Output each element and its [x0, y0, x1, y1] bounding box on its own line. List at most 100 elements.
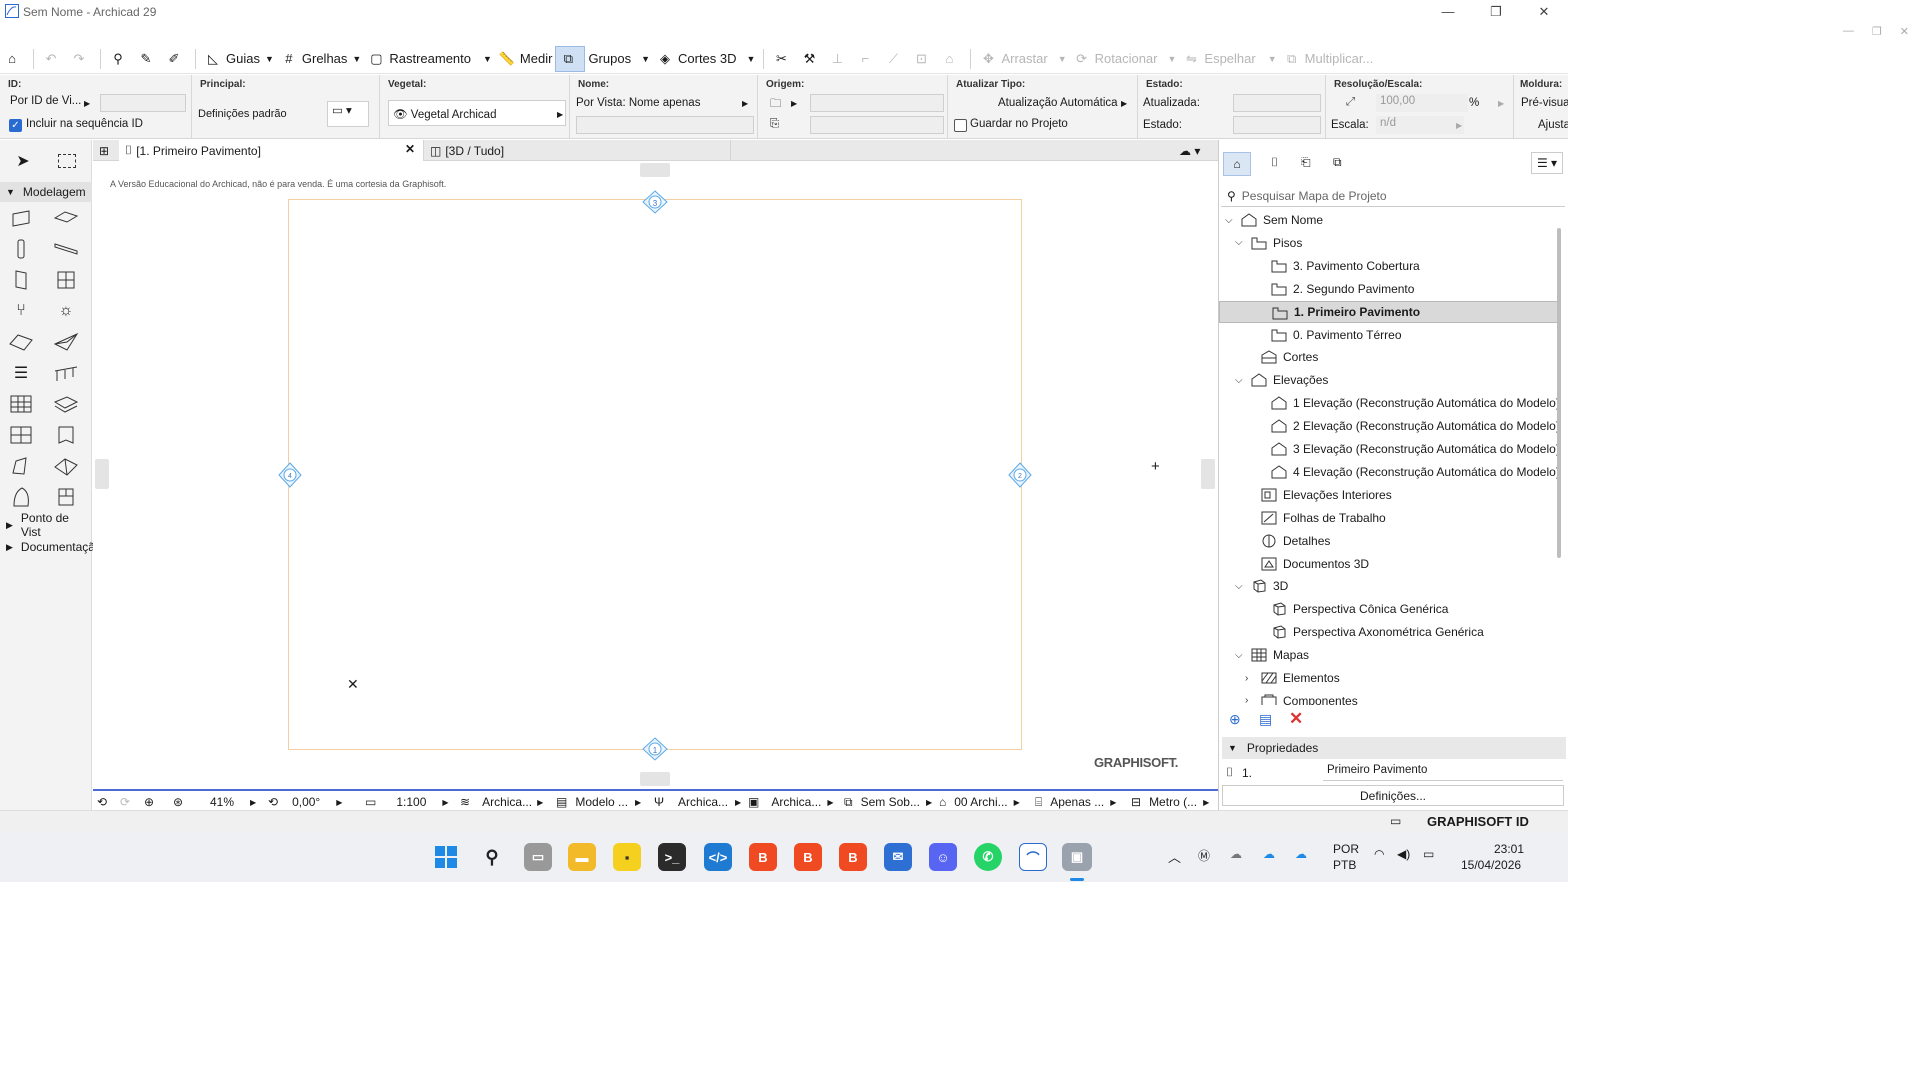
elevation-marker-left[interactable]: 4	[277, 461, 303, 489]
tree-item[interactable]: › Elementos	[1219, 667, 1559, 689]
definitions-button[interactable]: Definições...	[1222, 785, 1564, 806]
scissors-button[interactable]: ✂	[769, 46, 797, 72]
minimize-button[interactable]: —	[1424, 0, 1472, 23]
onedrive-icon-2[interactable]: ☁	[1295, 847, 1307, 861]
pick-up-button[interactable]: ✎	[134, 46, 162, 72]
vegetal-select[interactable]: 👁 Vegetal Archicad	[388, 100, 566, 126]
fillet-button[interactable]: ⟋	[881, 46, 909, 72]
column-tool[interactable]	[8, 236, 34, 262]
delete-button[interactable]: ✕	[1289, 709, 1303, 729]
override-select[interactable]: ⧉ Sem Sob... ▶	[844, 793, 932, 811]
include-seq-checkbox[interactable]: ✓	[9, 119, 22, 132]
prop-name-field[interactable]: Primeiro Pavimento	[1323, 763, 1563, 781]
chevron-down-icon[interactable]: ⌵	[1235, 650, 1243, 661]
ajusta-button[interactable]: Ajusta	[1538, 119, 1568, 131]
curtain-wall-tool[interactable]	[8, 391, 34, 417]
chevron-right-icon[interactable]: ›	[1245, 673, 1248, 684]
drawing-canvas[interactable]: A Versão Educacional do Archicad, não é …	[93, 161, 1218, 789]
doc-close-button[interactable]: ✕	[1900, 25, 1909, 38]
whatsapp-button[interactable]: ✆	[974, 843, 1002, 871]
tab-floor-plan[interactable]: ⌷ [1. Primeiro Pavimento] ✕	[119, 140, 424, 161]
layout-book-tab[interactable]: ⎗	[1301, 155, 1311, 170]
groups-toggle[interactable]: ⧉	[555, 45, 586, 72]
redo-view-button[interactable]: ⟳	[120, 793, 130, 811]
ponto-vista-group[interactable]: ▶ Ponto de Vist	[0, 511, 92, 539]
archicad-taskbar-button[interactable]: ⌒	[1019, 843, 1047, 871]
elevation-marker-bottom[interactable]: 1	[641, 736, 669, 762]
tree-item[interactable]: 4 Elevação (Reconstrução Automática do M…	[1219, 461, 1559, 483]
elevation-marker-top[interactable]: 3	[641, 189, 669, 215]
tree-item[interactable]: Perspectiva Axonométrica Genérica	[1219, 621, 1559, 643]
brave-button-2[interactable]: B	[794, 843, 822, 871]
tree-item[interactable]: Cortes	[1219, 346, 1559, 368]
chevron-down-icon[interactable]: ⌵	[1225, 215, 1233, 226]
object-tool[interactable]: ⑂	[8, 298, 34, 324]
tree-item[interactable]: Elevações Interiores	[1219, 484, 1559, 506]
clock-time[interactable]: 23:01	[1494, 842, 1524, 856]
slab-tool[interactable]	[53, 205, 79, 231]
terminal-button[interactable]: >_	[658, 843, 686, 871]
find-select-button[interactable]: ⚲	[106, 46, 134, 72]
layer-combo-select[interactable]: ≋ Archica... ▶	[460, 793, 543, 811]
tab-overview-button[interactable]: ⊞	[93, 140, 119, 161]
orientation-select[interactable]: ⟲ 0,00° ▶	[268, 793, 342, 811]
elevation-marker-right[interactable]: 2	[1007, 461, 1033, 489]
structural-select[interactable]: ⌸ Apenas ... ▶	[1035, 793, 1116, 811]
dimension-select[interactable]: ⊟ Metro (... ▶	[1131, 793, 1209, 811]
sections3d-button[interactable]: ◈ Cortes 3D ▼	[653, 46, 758, 72]
undo-button[interactable]: ↶	[39, 46, 67, 72]
drag-button[interactable]: ✥ Arrastar ▼	[976, 46, 1069, 72]
tree-item[interactable]: ⌵ Pisos	[1219, 232, 1559, 254]
outlook-button[interactable]: ✉	[884, 843, 912, 871]
modelagem-group[interactable]: ▼ Modelagem	[0, 182, 92, 202]
chevron-down-icon[interactable]: ⌵	[1235, 375, 1243, 386]
elevate-button[interactable]: ⊥	[825, 46, 853, 72]
cloud-icon[interactable]: ☁	[1230, 847, 1242, 861]
view-settings-button[interactable]: ▤	[1259, 711, 1272, 728]
roof-button[interactable]: ⌂	[937, 46, 965, 72]
mesh-tool[interactable]	[53, 391, 79, 417]
project-map-tab[interactable]: ⌂	[1223, 152, 1251, 176]
adjust-button[interactable]: ⚒	[797, 46, 825, 72]
escala-field[interactable]: n/d	[1376, 116, 1464, 134]
window-tool[interactable]	[53, 267, 79, 293]
publisher-tab[interactable]: ⧉	[1333, 155, 1342, 170]
snipping-button[interactable]: ▣	[1062, 843, 1092, 871]
chevron-up-icon[interactable]: ︿	[1168, 847, 1181, 866]
guardar-checkbox[interactable]	[954, 119, 967, 132]
discord-button[interactable]: ☺	[929, 843, 957, 871]
tab-close-icon[interactable]: ✕	[405, 142, 415, 156]
zoom-in-button[interactable]: ⊕	[144, 793, 154, 811]
tree-item[interactable]: ⌵ Mapas	[1219, 644, 1559, 666]
nome-value[interactable]: Por Vista: Nome apenas	[576, 97, 700, 109]
graphic-override-select[interactable]: ▣ Archica... ▶	[748, 793, 834, 811]
tree-item[interactable]: Detalhes	[1219, 530, 1559, 552]
zone-tool[interactable]	[8, 453, 34, 479]
arrow-tool[interactable]: ➤	[10, 148, 36, 174]
search-taskbar-button[interactable]: ⚲	[478, 843, 506, 871]
explorer-button[interactable]: ▬	[568, 843, 596, 871]
tree-scrollbar[interactable]	[1557, 228, 1561, 558]
origem-field-2[interactable]	[810, 116, 944, 134]
tracking-button[interactable]: ▢ Rastreamento ▼	[364, 46, 495, 72]
tab-3d-view[interactable]: ◫ [3D / Tudo]	[424, 140, 731, 161]
tree-item[interactable]: Perspectiva Cônica Genérica	[1219, 598, 1559, 620]
favorites-button[interactable]: ▭ ▾	[327, 101, 369, 127]
rotate-button[interactable]: ⟳ Rotacionar ▼	[1070, 46, 1180, 72]
search-box[interactable]: ⚲ Pesquisar Mapa de Projeto	[1221, 185, 1565, 207]
tree-item[interactable]: 2 Elevação (Reconstrução Automática do M…	[1219, 415, 1559, 437]
battery-icon[interactable]: ▭	[1423, 847, 1434, 861]
tree-item[interactable]: 1 Elevação (Reconstrução Automática do M…	[1219, 392, 1559, 414]
add-view-button[interactable]: ⊕	[1229, 711, 1241, 728]
door-tool[interactable]	[8, 267, 34, 293]
tree-item[interactable]: 0. Pavimento Térreo	[1219, 324, 1559, 346]
undo-view-button[interactable]: ⟲	[97, 793, 107, 811]
doc-minimize-button[interactable]: —	[1843, 25, 1854, 38]
maximize-button[interactable]: ❐	[1472, 0, 1520, 23]
tree-item[interactable]: Documentos 3D	[1219, 553, 1559, 575]
vscode-button[interactable]: </>	[704, 843, 732, 871]
tree-item[interactable]: ⌵ Elevações	[1219, 369, 1559, 391]
chevron-right-icon[interactable]: ›	[1245, 695, 1248, 705]
chevron-down-icon[interactable]: ⌵	[1235, 581, 1243, 592]
tree-item[interactable]: ⌵ Sem Nome	[1219, 209, 1559, 231]
